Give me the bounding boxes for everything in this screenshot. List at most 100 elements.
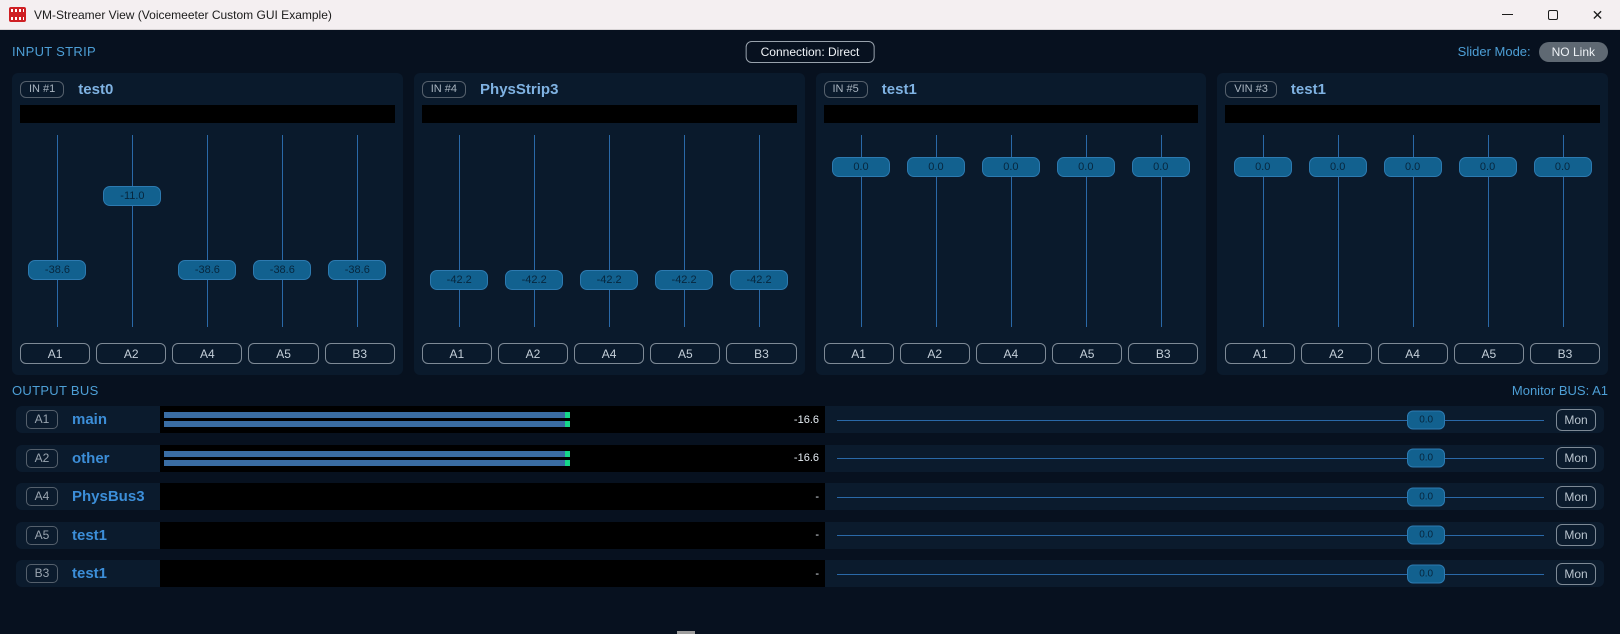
strip-name: PhysStrip3 — [480, 81, 558, 98]
slider-handle[interactable]: 0.0 — [1407, 487, 1445, 506]
gain-slider[interactable]: -38.6 — [245, 127, 320, 335]
bus-level-value: -16.6 — [794, 406, 819, 433]
gain-slider[interactable]: 0.0 — [1225, 127, 1300, 335]
bus-gain-slider[interactable]: 0.0 — [837, 560, 1544, 587]
gain-slider[interactable]: -42.2 — [572, 127, 647, 335]
route-button[interactable]: A2 — [498, 343, 568, 364]
monitor-button[interactable]: Mon — [1556, 486, 1596, 508]
gain-slider[interactable]: 0.0 — [1123, 127, 1198, 335]
route-button[interactable]: B3 — [1128, 343, 1198, 364]
slider-handle[interactable]: -42.2 — [730, 270, 788, 290]
slider-track — [609, 135, 610, 327]
bus-gain-slider[interactable]: 0.0 — [837, 522, 1544, 549]
voicemeeter-app-icon — [9, 7, 26, 22]
route-button[interactable]: A2 — [900, 343, 970, 364]
gain-slider[interactable]: -42.2 — [722, 127, 797, 335]
strip-sliders: 0.0 0.0 0.0 0.0 0.0 — [816, 123, 1207, 335]
gain-slider[interactable]: 0.0 — [898, 127, 973, 335]
bus-name: main — [72, 411, 160, 428]
slider-track — [759, 135, 760, 327]
route-button[interactable]: A4 — [1378, 343, 1448, 364]
slider-handle[interactable]: -42.2 — [505, 270, 563, 290]
gain-slider[interactable]: 0.0 — [1450, 127, 1525, 335]
slider-track — [357, 135, 358, 327]
slider-mode-toggle[interactable]: NO Link — [1539, 42, 1608, 62]
gain-slider[interactable]: -38.6 — [170, 127, 245, 335]
bus-gain-slider[interactable]: 0.0 — [837, 445, 1544, 472]
monitor-bus-label: Monitor BUS: A1 — [1512, 383, 1608, 398]
gain-slider[interactable]: 0.0 — [973, 127, 1048, 335]
slider-handle[interactable]: -38.6 — [178, 260, 236, 280]
connection-button[interactable]: Connection: Direct — [746, 41, 875, 63]
bus-gain-slider[interactable]: 0.0 — [837, 483, 1544, 510]
slider-handle[interactable]: 0.0 — [1057, 157, 1115, 177]
meter-fill — [164, 421, 565, 427]
route-button[interactable]: B3 — [726, 343, 796, 364]
strip-header: VIN #3 test1 — [1217, 73, 1608, 103]
slider-handle[interactable]: 0.0 — [1534, 157, 1592, 177]
slider-handle[interactable]: 0.0 — [982, 157, 1040, 177]
slider-handle[interactable]: 0.0 — [1132, 157, 1190, 177]
slider-handle[interactable]: -42.2 — [655, 270, 713, 290]
gain-slider[interactable]: 0.0 — [1300, 127, 1375, 335]
gain-slider[interactable]: -38.6 — [320, 127, 395, 335]
slider-handle[interactable]: 0.0 — [1407, 564, 1445, 583]
gain-slider[interactable]: -42.2 — [497, 127, 572, 335]
route-button[interactable]: B3 — [1530, 343, 1600, 364]
route-button[interactable]: A5 — [1052, 343, 1122, 364]
slider-track — [534, 135, 535, 327]
route-button[interactable]: A5 — [1454, 343, 1524, 364]
meter-peak — [565, 421, 570, 427]
close-button[interactable]: ✕ — [1575, 0, 1620, 29]
slider-handle[interactable]: -42.2 — [430, 270, 488, 290]
slider-handle[interactable]: 0.0 — [907, 157, 965, 177]
route-button[interactable]: A1 — [1225, 343, 1295, 364]
slider-handle[interactable]: 0.0 — [832, 157, 890, 177]
monitor-button[interactable]: Mon — [1556, 524, 1596, 546]
slider-track — [207, 135, 208, 327]
route-button[interactable]: A2 — [1301, 343, 1371, 364]
bus-gain-slider[interactable]: 0.0 — [837, 406, 1544, 433]
bus-level-meter: - — [160, 483, 825, 510]
route-button[interactable]: A4 — [574, 343, 644, 364]
route-button[interactable]: A1 — [20, 343, 90, 364]
slider-handle[interactable]: 0.0 — [1407, 449, 1445, 468]
slider-handle[interactable]: 0.0 — [1459, 157, 1517, 177]
slider-handle[interactable]: -38.6 — [253, 260, 311, 280]
gain-slider[interactable]: 0.0 — [824, 127, 899, 335]
slider-handle[interactable]: -11.0 — [103, 186, 161, 206]
route-button[interactable]: A1 — [824, 343, 894, 364]
route-button[interactable]: A4 — [976, 343, 1046, 364]
gain-slider[interactable]: -42.2 — [422, 127, 497, 335]
route-button[interactable]: B3 — [325, 343, 395, 364]
slider-handle[interactable]: -42.2 — [580, 270, 638, 290]
route-button[interactable]: A1 — [422, 343, 492, 364]
slider-handle[interactable]: 0.0 — [1407, 526, 1445, 545]
minimize-button[interactable] — [1485, 0, 1530, 29]
slider-handle[interactable]: -38.6 — [28, 260, 86, 280]
slider-handle[interactable]: 0.0 — [1384, 157, 1442, 177]
monitor-button[interactable]: Mon — [1556, 563, 1596, 585]
slider-handle[interactable]: 0.0 — [1234, 157, 1292, 177]
gain-slider[interactable]: -42.2 — [647, 127, 722, 335]
monitor-button[interactable]: Mon — [1556, 447, 1596, 469]
bus-id-badge: B3 — [26, 564, 58, 583]
gain-slider[interactable]: 0.0 — [1048, 127, 1123, 335]
slider-handle[interactable]: -38.6 — [328, 260, 386, 280]
gain-slider[interactable]: 0.0 — [1375, 127, 1450, 335]
bus-id-badge: A5 — [26, 526, 58, 545]
input-strip-label: INPUT STRIP — [12, 44, 96, 59]
slider-handle[interactable]: 0.0 — [1309, 157, 1367, 177]
gain-slider[interactable]: -11.0 — [95, 127, 170, 335]
route-button[interactable]: A4 — [172, 343, 242, 364]
gain-slider[interactable]: 0.0 — [1525, 127, 1600, 335]
route-button[interactable]: A2 — [96, 343, 166, 364]
bus-id-badge: A1 — [26, 410, 58, 429]
route-button[interactable]: A5 — [248, 343, 318, 364]
gain-slider[interactable]: -38.6 — [20, 127, 95, 335]
monitor-button[interactable]: Mon — [1556, 409, 1596, 431]
route-button[interactable]: A5 — [650, 343, 720, 364]
slider-handle[interactable]: 0.0 — [1407, 410, 1445, 429]
minimize-icon — [1502, 14, 1513, 15]
maximize-button[interactable] — [1530, 0, 1575, 29]
